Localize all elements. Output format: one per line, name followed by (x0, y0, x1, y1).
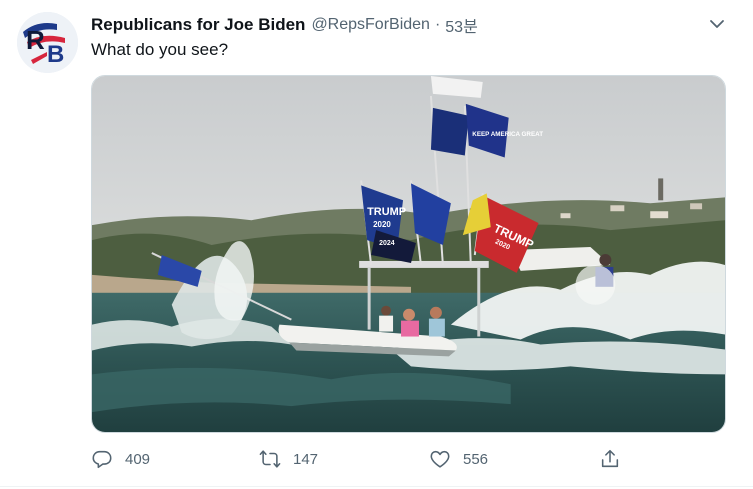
retweet-count: 147 (293, 450, 319, 468)
tweet-actions: 409 147 556 (91, 446, 631, 472)
heart-icon (430, 450, 450, 468)
flag-text-2024: 2024 (379, 240, 395, 247)
avatar[interactable]: R B (17, 12, 78, 73)
rb-logo-icon: R B (17, 12, 78, 73)
flag-text-year-blue: 2020 (373, 220, 391, 229)
flag-text-trump-blue: TRUMP (367, 206, 406, 218)
svg-text:B: B (47, 41, 64, 68)
share-button[interactable] (599, 446, 621, 472)
reply-icon (92, 450, 112, 469)
reply-count: 409 (125, 450, 151, 468)
like-button[interactable]: 556 (429, 446, 488, 472)
reply-button[interactable]: 409 (91, 446, 150, 472)
flag-text-keep: KEEP AMERICA GREAT (472, 131, 543, 138)
tweet-text: What do you see? (91, 40, 229, 59)
timestamp[interactable]: 53분 (445, 13, 478, 37)
divider (0, 486, 753, 487)
display-name[interactable]: Republicans for Joe Biden (91, 15, 305, 35)
tweet[interactable]: R B Republicans for Joe Biden @RepsForBi… (0, 0, 753, 489)
tweet-header: Republicans for Joe Biden @RepsForBiden … (91, 14, 478, 36)
like-count: 556 (463, 450, 489, 468)
retweet-button[interactable]: 147 (259, 446, 318, 472)
separator-dot: · (434, 16, 441, 33)
retweet-icon (259, 450, 281, 468)
boat-parade-photo: TRUMP 2020 TRUMP 2020 KEEP AMERICA GREAT… (92, 76, 725, 432)
chevron-down-icon (710, 20, 724, 28)
more-options-button[interactable] (706, 14, 728, 34)
tweet-photo[interactable]: TRUMP 2020 TRUMP 2020 KEEP AMERICA GREAT… (91, 75, 726, 433)
svg-text:R: R (26, 25, 45, 55)
share-icon (601, 449, 619, 468)
user-handle[interactable]: @RepsForBiden (311, 16, 430, 34)
